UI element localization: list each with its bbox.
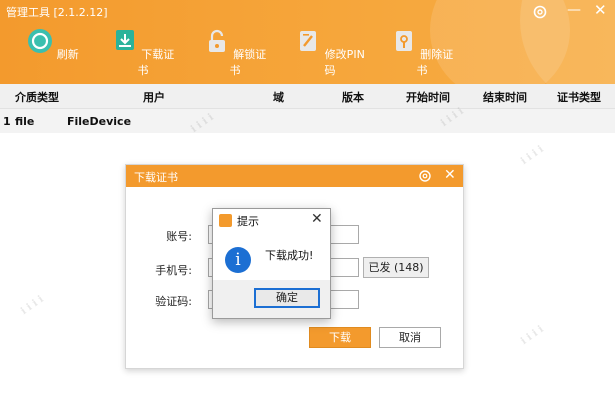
watermark: ℹ ℹ ℹ ℹ <box>19 293 46 318</box>
toolbar-label: 刷新 <box>56 48 79 61</box>
dialog-close-button[interactable]: ✕ <box>444 167 456 183</box>
dialog-title: 下载证书 <box>134 171 178 184</box>
unlock-icon <box>208 29 225 52</box>
account-label: 账号: <box>166 230 192 243</box>
edit-pin-icon <box>300 31 317 51</box>
settings-gear-icon[interactable] <box>532 4 548 20</box>
toolbar-unlock-cert-button[interactable]: 解锁证书 <box>200 28 270 78</box>
download-button[interactable]: 下载 <box>309 327 371 348</box>
cancel-button[interactable]: 取消 <box>379 327 441 348</box>
watermark: ℹ ℹ ℹ ℹ <box>519 143 546 168</box>
toolbar-refresh-button[interactable]: 刷新 <box>18 28 88 62</box>
message-box-close-button[interactable]: ✕ <box>311 211 323 227</box>
toolbar-label: 下载证书 <box>137 48 175 77</box>
delete-cert-icon <box>395 31 412 51</box>
cell-user: FileDevice <box>67 115 132 128</box>
refresh-icon <box>28 29 53 53</box>
top-toolbar: 管理工具 [2.1.2.12] — ✕ 刷新 下载证书 解锁证书 修改PIN码 … <box>0 0 615 84</box>
toolbar-delete-cert-button[interactable]: 删除证书 <box>387 28 457 78</box>
table-row[interactable]: 1 file FileDevice <box>0 109 615 133</box>
toolbar-download-cert-button[interactable]: 下载证书 <box>108 28 178 78</box>
resend-code-button[interactable]: 已发 (148) <box>363 257 429 278</box>
download-cert-icon <box>115 30 134 50</box>
table-header: 介质类型 用户 域 版本 开始时间 结束时间 证书类型 <box>0 84 615 109</box>
column-header-version[interactable]: 版本 <box>342 89 364 105</box>
column-header-end-time[interactable]: 结束时间 <box>483 89 527 105</box>
toolbar-label: 解锁证书 <box>229 48 267 77</box>
column-header-media-type[interactable]: 介质类型 <box>15 89 59 105</box>
message-box-footer: 确定 <box>213 280 330 318</box>
verification-code-label: 验证码: <box>155 295 192 308</box>
ok-button[interactable]: 确定 <box>254 288 320 308</box>
cell-media-type: file <box>15 115 35 128</box>
app-logo-icon <box>219 214 232 227</box>
dialog-title-bar: 下载证书 ✕ <box>126 165 463 187</box>
column-header-cert-type[interactable]: 证书类型 <box>557 89 601 105</box>
watermark: ℹ ℹ ℹ ℹ <box>519 323 546 348</box>
toolbar-label: 修改PIN码 <box>324 48 365 77</box>
message-box-title: 提示 <box>237 215 259 228</box>
message-text: 下载成功! <box>265 249 314 262</box>
row-index: 1 <box>3 115 11 128</box>
dialog-settings-icon[interactable] <box>418 169 432 183</box>
close-window-button[interactable]: ✕ <box>594 1 607 19</box>
message-box: 提示 ✕ i 下载成功! 确定 <box>212 208 331 319</box>
toolbar-edit-pin-button[interactable]: 修改PIN码 <box>295 28 365 78</box>
column-header-user[interactable]: 用户 <box>143 89 165 105</box>
column-header-domain[interactable]: 域 <box>273 89 284 105</box>
phone-label: 手机号: <box>155 264 192 277</box>
app-title: 管理工具 [2.1.2.12] <box>6 6 108 19</box>
minimize-button[interactable]: — <box>567 3 581 17</box>
column-header-start-time[interactable]: 开始时间 <box>406 89 450 105</box>
info-icon: i <box>225 247 251 273</box>
toolbar-label: 删除证书 <box>416 48 454 77</box>
